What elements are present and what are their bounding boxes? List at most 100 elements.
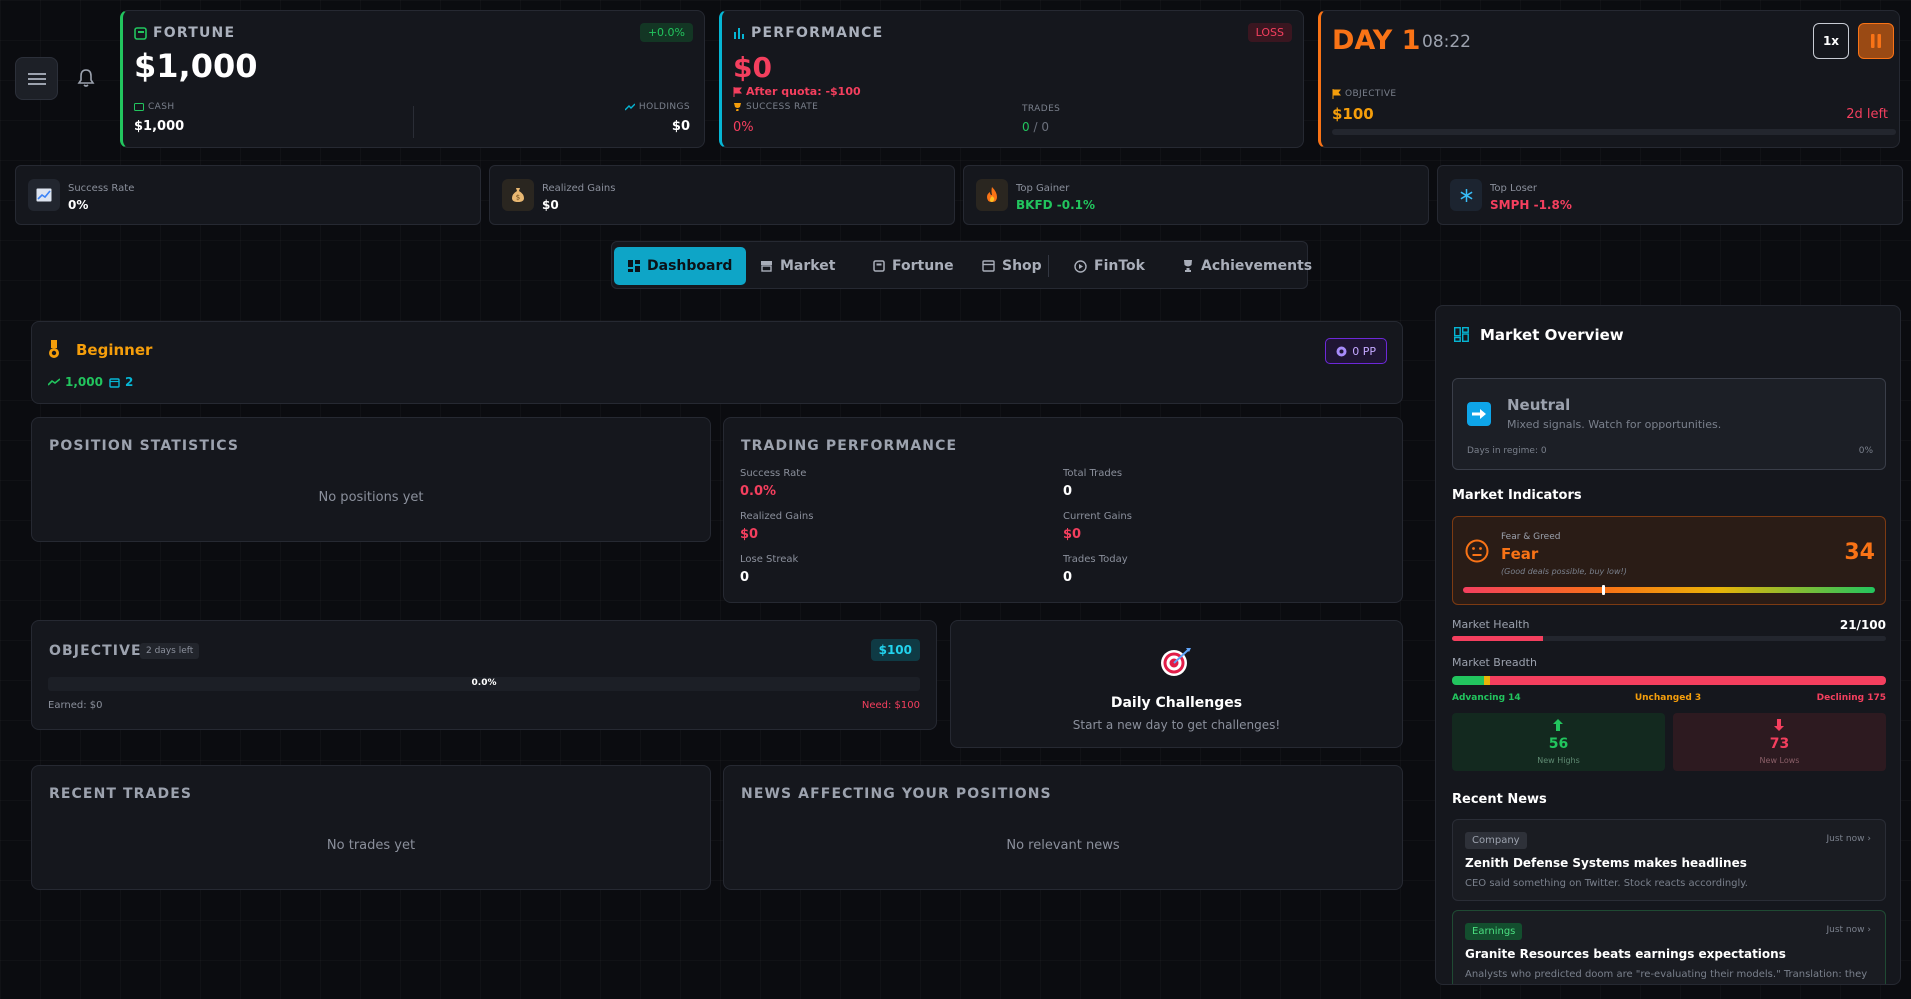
current-gains-value: $0 [1063,527,1082,542]
trades-today-value: 0 [1063,570,1073,585]
fear-greed-marker [1602,585,1606,595]
pause-button[interactable] [1858,23,1894,59]
tab-fortune[interactable]: Fortune [859,247,968,285]
regime-description: Mixed signals. Watch for opportunities. [1507,418,1722,431]
news-description: Analysts who predicted doom are "re-eval… [1465,969,1868,980]
objective-need: Need: $100 [861,700,920,711]
stat-value: BKFD -0.1% [1016,198,1096,212]
position-news-card: NEWS AFFECTING YOUR POSITIONS No relevan… [723,765,1403,890]
objective-card: OBJECTIVE 2 days left $100 0.0% Earned: … [31,620,937,730]
regime-days: Days in regime: 0 [1467,446,1547,456]
arrow-down-icon [1773,719,1785,731]
success-rate-value: 0.0% [740,484,777,499]
trend-up-icon [48,378,60,386]
svg-text:$: $ [516,194,520,202]
position-statistics-empty: No positions yet [318,490,424,505]
fear-greed-label: Fear & Greed [1501,532,1561,542]
tab-fintok[interactable]: FinTok [1060,247,1159,285]
new-highs-value: 56 [1548,736,1569,752]
nav-divider [1048,255,1049,277]
realized-gains-value: $0 [740,527,759,542]
stat-value: $0 [542,198,559,212]
arrow-up-icon [1552,719,1564,731]
fear-greed-state: Fear [1501,545,1539,563]
stat-top-loser: Top Loser SMPH -1.8% [1437,165,1903,225]
stat-realized-gains: $ Realized Gains $0 [489,165,955,225]
tab-dashboard[interactable]: Dashboard [614,247,747,285]
wallet-icon [873,260,885,272]
days-left: 2d left [1846,107,1888,122]
market-health-value: 21/100 [1839,618,1886,632]
stat-title: Realized Gains [542,183,616,194]
news-time: Just now › [1826,834,1872,844]
daily-challenges-title: Daily Challenges [1110,695,1243,711]
star-circle-icon [1336,346,1347,356]
neutral-face-icon [1465,539,1489,563]
medal-icon [48,340,60,360]
new-highs-card: 56 New Highs [1452,713,1665,771]
cash-label: CASH [134,102,175,112]
tab-shop[interactable]: Shop [968,247,1056,285]
objective-progress-track [1332,129,1896,135]
rank-net-worth: 1,000 [48,375,103,389]
menu-button[interactable] [15,57,58,100]
prestige-points-badge[interactable]: 0 PP [1325,338,1387,364]
realized-gains-label: Realized Gains [740,511,814,522]
daily-challenges-card: Daily Challenges Start a new day to get … [950,620,1403,748]
chart-icon [28,179,60,211]
daily-challenges-subtitle: Start a new day to get challenges! [1072,718,1281,732]
wallet-icon [134,26,147,40]
news-item[interactable]: Company Just now › Zenith Defense System… [1452,819,1886,901]
market-regime-card: Neutral Mixed signals. Watch for opportu… [1452,378,1886,470]
breadth-unchanged-segment [1483,676,1491,685]
day-card: DAY 1 08:22 1x OBJECTIVE $100 2d left [1318,10,1900,148]
rank-days: 2 [109,375,133,389]
market-breadth-label: Market Breadth [1452,656,1537,669]
speed-button[interactable]: 1x [1813,23,1849,59]
snowflake-icon [1450,179,1482,211]
day-label: DAY 1 [1332,25,1421,56]
objective-days-left: 2 days left [140,643,200,659]
market-overview-panel: Market Overview Neutral Mixed signals. W… [1435,305,1901,985]
news-item[interactable]: Earnings Just now › Granite Resources be… [1452,910,1886,984]
lose-streak-label: Lose Streak [740,554,799,565]
shop-icon [982,260,995,272]
main-nav: Dashboard Market Fortune Shop FinTok Ach… [611,241,1312,289]
fear-greed-value: 34 [1844,540,1875,565]
grid-icon [1454,327,1469,342]
objective-earned: Earned: $0 [48,700,103,711]
breadth-declining-segment [1490,676,1886,685]
news-tag: Earnings [1465,923,1523,940]
flag-icon [733,86,742,97]
stat-value: 0% [68,198,89,212]
dashboard-icon [628,260,640,272]
chevron-right-icon: › [1867,925,1871,935]
objective-progress-text: 0.0% [471,678,497,688]
market-breadth-bar [1452,676,1886,685]
breadth-declining: Declining 175 [1816,693,1886,703]
cash-value: $1,000 [134,119,185,134]
trading-performance-title: TRADING PERFORMANCE [741,438,958,454]
holdings-label: HOLDINGS [624,102,690,112]
objective-target: $100 [870,639,920,661]
position-statistics-title: POSITION STATISTICS [49,438,240,454]
trades-value: 0 / 0 [1022,120,1049,134]
performance-value: $0 [733,51,772,84]
objective-value: $100 [1332,105,1374,123]
regime-name: Neutral [1507,396,1571,414]
tab-achievements[interactable]: Achievements [1168,247,1326,285]
current-gains-label: Current Gains [1063,511,1132,522]
objective-title: OBJECTIVE [49,643,142,659]
regime-percent: 0% [1858,446,1873,456]
notification-bell-icon[interactable] [77,68,95,88]
news-title: Zenith Defense Systems makes headlines [1465,856,1747,870]
divider [413,106,414,138]
new-lows-label: New Lows [1759,756,1800,765]
holdings-value: $0 [671,119,690,134]
performance-card: PERFORMANCE LOSS $0 After quota: -$100 S… [719,10,1304,148]
money-bag-icon: $ [502,179,534,211]
tab-market[interactable]: Market [746,247,849,285]
fortune-card: FORTUNE +0.0% $1,000 CASH $1,000 HOLDING… [120,10,705,148]
total-trades-value: 0 [1063,484,1073,499]
position-news-empty: No relevant news [1006,838,1120,853]
